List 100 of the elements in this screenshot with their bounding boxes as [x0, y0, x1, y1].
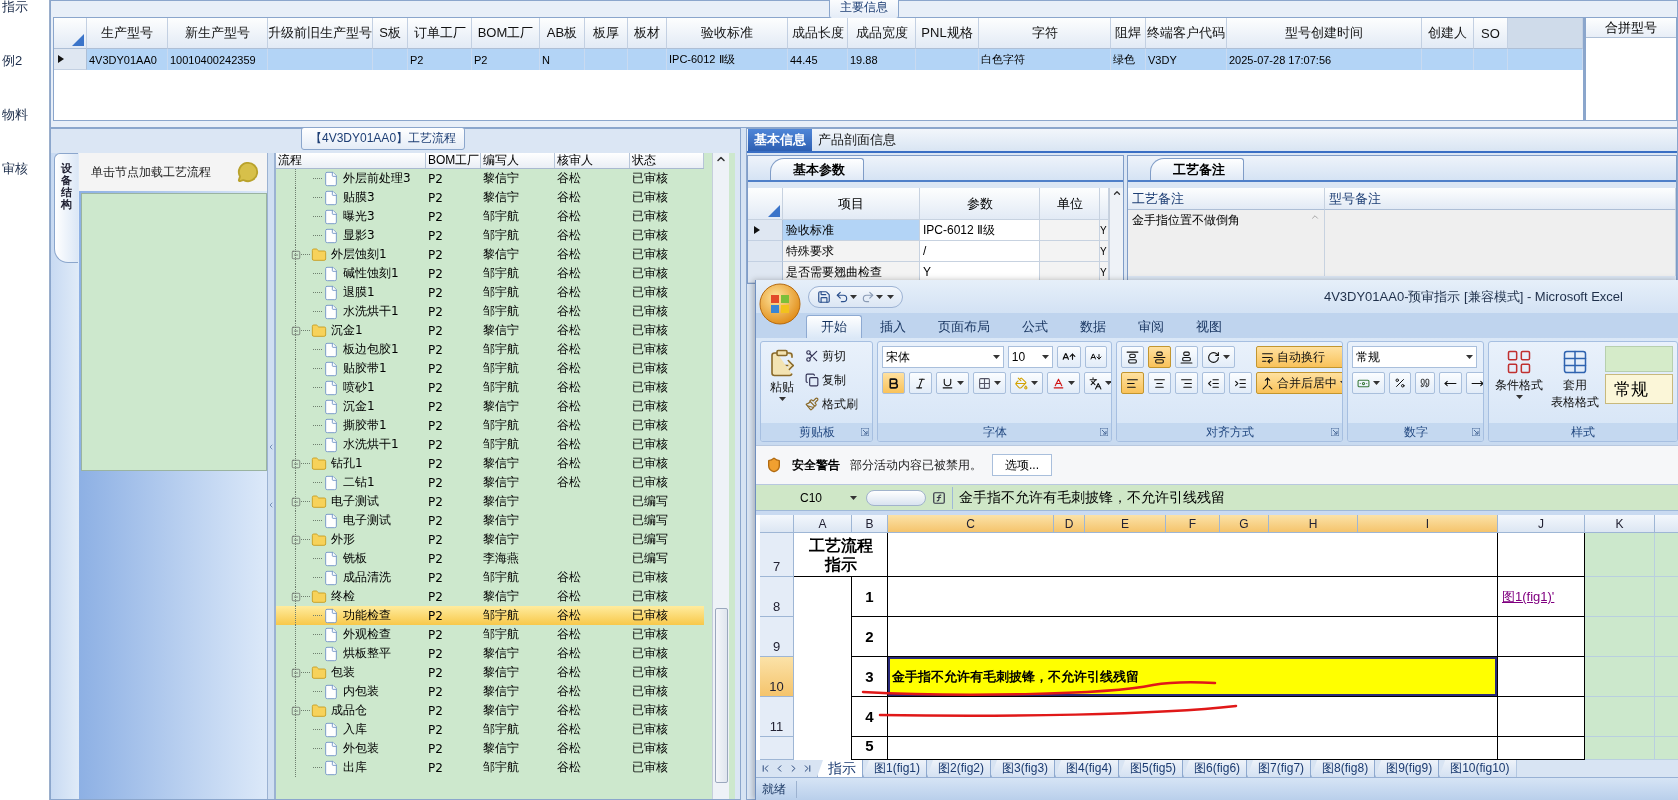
column-header[interactable]: B: [852, 515, 888, 533]
column-header[interactable]: G: [1220, 515, 1269, 533]
column-header[interactable]: F: [1166, 515, 1220, 533]
table-cell-text: P2: [427, 532, 443, 547]
merge-center-button[interactable]: 合并后居中: [1256, 372, 1342, 394]
column-header: 成品长度: [788, 18, 848, 49]
table-cell-text: 谷松: [556, 474, 581, 491]
table-cell-text: P2: [427, 285, 443, 300]
table-cell: IPC-6012 Ⅱ级: [920, 220, 1040, 241]
format-painter-button[interactable]: 格式刷: [803, 394, 860, 414]
row-header[interactable]: 9: [760, 617, 794, 657]
table-cell-text: 已审核: [631, 379, 668, 396]
column-header[interactable]: J: [1498, 515, 1585, 533]
ribbon-tab[interactable]: 视图: [1182, 315, 1236, 338]
node-label: 二钻1: [343, 474, 375, 491]
nav-item[interactable]: 审核: [2, 162, 49, 176]
node-label: 外层蚀刻1: [331, 246, 387, 263]
row-header[interactable]: 11: [760, 697, 794, 737]
sheet-tab[interactable]: 图4(fig4): [1055, 760, 1120, 777]
column-header[interactable]: A: [794, 515, 852, 533]
ribbon-tab[interactable]: 数据: [1066, 315, 1120, 338]
table-cell-text: 谷松: [556, 455, 581, 472]
table-cell-text: 谷松: [556, 645, 581, 662]
table-cell-text: 谷松: [556, 664, 581, 681]
formula-field[interactable]: 金手指不允许有毛刺披锋，不允许引线残留: [952, 486, 1678, 509]
sheet-tab[interactable]: 图10(fig10): [1439, 760, 1517, 777]
sheet-tab[interactable]: 指示: [817, 760, 863, 777]
column-header[interactable]: I: [1358, 515, 1498, 533]
ribbon-tab[interactable]: 公式: [1008, 315, 1062, 338]
conditional-format-button[interactable]: 条件格式: [1493, 346, 1545, 419]
tab[interactable]: 工艺备注: [1150, 158, 1244, 180]
options-button[interactable]: 选项...: [992, 454, 1052, 476]
status-text: 就绪: [762, 780, 797, 798]
format-table-button[interactable]: 套用 表格格式: [1549, 346, 1601, 419]
table-cell-text: 黎信宁: [482, 322, 519, 339]
column-header[interactable]: H: [1269, 515, 1358, 533]
sheet-tab[interactable]: 图1(fig1): [863, 760, 927, 777]
table-cell-text: 已审核: [631, 417, 668, 434]
node-label: 成品清洗: [343, 569, 391, 586]
row-header[interactable]: 10: [760, 657, 794, 697]
table-cell-text: 谷松: [556, 721, 581, 738]
nav-item[interactable]: 物料: [2, 108, 49, 122]
sheet-tab[interactable]: 图7(fig7): [1247, 760, 1312, 777]
font-size-field[interactable]: 10: [1007, 346, 1053, 368]
nav-item[interactable]: 例2: [2, 54, 49, 68]
row-header[interactable]: 7: [760, 533, 794, 577]
column-header[interactable]: K: [1585, 515, 1655, 533]
cut-button[interactable]: 剪切: [803, 346, 860, 366]
table-cell-text: 已审核: [631, 322, 668, 339]
column-header: 升级前旧生产型号: [268, 18, 373, 49]
wrap-text-button[interactable]: 自动换行: [1256, 346, 1342, 368]
column-header[interactable]: C: [888, 515, 1054, 533]
note-field[interactable]: 金手指位置不做倒角: [1128, 210, 1325, 276]
ribbon-tab[interactable]: 审阅: [1124, 315, 1178, 338]
table-cell: P2: [472, 49, 540, 70]
ribbon-tab[interactable]: 开始: [806, 315, 862, 338]
sheet-tab[interactable]: 图3(fig3): [991, 760, 1056, 777]
table-cell: 3: [852, 657, 888, 697]
column-header[interactable]: E: [1085, 515, 1166, 533]
table-cell-text: 已审核: [631, 626, 668, 643]
side-tab[interactable]: 设备结构: [54, 153, 78, 263]
sheet-tab[interactable]: 图5(fig5): [1119, 760, 1184, 777]
sheet-tab[interactable]: 图6(fig6): [1183, 760, 1248, 777]
node-label: 包装: [331, 664, 355, 681]
column-header: 成品宽度: [848, 18, 916, 49]
number-format-field[interactable]: 常规: [1352, 346, 1477, 368]
sheet-tab[interactable]: 图8(fig8): [1311, 760, 1376, 777]
nav-item[interactable]: 指示: [2, 0, 49, 14]
tree-row[interactable]: 功能检查 P2 邹宇航 谷松 已审核: [276, 606, 704, 625]
name-box[interactable]: C10: [760, 487, 860, 508]
node-label: 功能检查: [343, 607, 391, 624]
table-cell-text: 谷松: [556, 588, 581, 605]
paste-button[interactable]: 粘贴: [765, 346, 799, 419]
table-cell-text: 谷松: [556, 360, 581, 377]
sheet-link[interactable]: 图1(fig1)': [1502, 587, 1555, 606]
tab[interactable]: 基本参数: [770, 158, 864, 180]
copy-button[interactable]: 复制: [803, 370, 860, 390]
table-cell[interactable]: 金手指不允许有毛刺披锋，不允许引线残留: [888, 657, 1498, 697]
column-header[interactable]: D: [1054, 515, 1085, 533]
node-label: 显影3: [343, 227, 375, 244]
column-header: 阻焊: [1111, 18, 1146, 49]
row-header[interactable]: 8: [760, 577, 794, 617]
font-name-field[interactable]: 宋体: [882, 346, 1004, 368]
table-cell: 验收标准: [783, 220, 920, 241]
node-label: 外包装: [343, 740, 379, 757]
table-cell-text: 已审核: [631, 246, 668, 263]
ribbon-tab[interactable]: 页面布局: [924, 315, 1004, 338]
tab[interactable]: 基本信息: [748, 129, 812, 151]
column-header: 创建人: [1422, 18, 1474, 49]
column-header: PNL规格: [916, 18, 979, 49]
sheet-tab[interactable]: 图2(fig2): [927, 760, 992, 777]
ribbon-tab[interactable]: 插入: [866, 315, 920, 338]
node-label: 水洗烘干1: [343, 436, 399, 453]
tab[interactable]: 产品剖面信息: [812, 129, 902, 151]
table-cell-text: 已编写: [631, 531, 668, 548]
table-cell: 白色字符: [979, 49, 1111, 70]
cell-style[interactable]: 常规: [1605, 374, 1673, 404]
node-label: 电子测试: [331, 493, 379, 510]
sheet-tab[interactable]: 图9(fig9): [1375, 760, 1440, 777]
table-cell-text: 谷松: [556, 284, 581, 301]
